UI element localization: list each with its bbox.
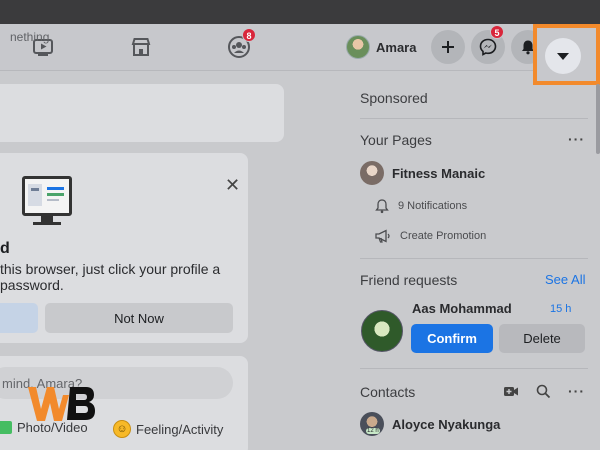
marketplace-tab-icon[interactable]: [128, 34, 154, 60]
new-room-icon[interactable]: [503, 384, 519, 398]
delete-button[interactable]: Delete: [499, 324, 585, 353]
page-avatar: [360, 161, 384, 185]
feeling-activity-button[interactable]: ☺ Feeling/Activity: [113, 420, 223, 438]
plus-icon: [442, 41, 454, 53]
browser-top-strip: [0, 0, 600, 24]
contacts-heading: Contacts: [360, 384, 416, 400]
status-card: [0, 84, 284, 142]
profile-name: Amara: [376, 39, 417, 55]
save-login-description: this browser, just click your profile a …: [0, 261, 221, 293]
friend-requests-heading: Friend requests: [360, 272, 458, 288]
photo-icon: [0, 421, 12, 434]
groups-badge: 8: [242, 28, 256, 42]
create-button[interactable]: [431, 30, 465, 64]
save-login-button[interactable]: [0, 303, 38, 333]
sponsored-heading: Sponsored: [360, 90, 428, 106]
page-name: Fitness Manaic: [392, 165, 486, 181]
page-item[interactable]: Fitness Manaic: [360, 161, 485, 185]
profile-shortcut[interactable]: Amara: [346, 32, 416, 62]
top-navbar: 8: [0, 24, 600, 71]
friend-avatar[interactable]: [361, 310, 403, 352]
divider: [360, 368, 588, 369]
your-pages-heading: Your Pages: [360, 132, 432, 148]
feeling-activity-label: Feeling/Activity: [136, 421, 224, 437]
friend-request-time: 15 h: [550, 303, 572, 315]
bell-outline-icon: [375, 199, 389, 214]
confirm-button[interactable]: Confirm: [411, 324, 493, 353]
messenger-icon: [479, 38, 497, 56]
smiley-icon: ☺: [113, 420, 131, 438]
close-icon[interactable]: ✕: [225, 176, 240, 194]
account-menu-highlight: [533, 24, 600, 85]
search-icon[interactable]: [536, 384, 551, 399]
create-promotion-link[interactable]: Create Promotion: [374, 228, 486, 244]
megaphone-icon: [375, 229, 390, 243]
create-promotion-label: Create Promotion: [400, 230, 487, 242]
friend-name[interactable]: Aas Mohammad: [412, 301, 512, 316]
save-login-title: d: [0, 240, 10, 257]
wb-watermark-logo: [28, 387, 95, 421]
not-now-button[interactable]: Not Now: [45, 303, 233, 333]
messenger-button[interactable]: 5: [471, 25, 505, 64]
more-options-icon[interactable]: ···: [568, 131, 585, 147]
page-notifications-link[interactable]: 9 Notifications: [374, 198, 467, 214]
notifications-label: 9 Notifications: [398, 200, 468, 212]
avatar: [346, 35, 370, 59]
messenger-badge: 5: [490, 25, 504, 39]
caret-down-icon: [557, 53, 569, 60]
sidebar-scrollbar[interactable]: [596, 84, 600, 154]
contact-name: Aloyce Nyakunga: [392, 416, 501, 432]
groups-tab-icon[interactable]: 8: [226, 28, 256, 60]
contact-active-badge: 12 h: [366, 428, 380, 434]
divider: [360, 118, 588, 119]
account-menu-button[interactable]: [545, 38, 581, 74]
see-all-link[interactable]: See All: [545, 272, 585, 287]
contact-item[interactable]: 12 h Aloyce Nyakunga: [360, 412, 500, 436]
monitor-base: [33, 222, 61, 225]
divider: [360, 258, 588, 259]
contacts-options-icon[interactable]: ···: [568, 383, 585, 399]
status-placeholder[interactable]: nething.: [10, 30, 53, 44]
monitor-illustration-icon: [22, 176, 72, 216]
